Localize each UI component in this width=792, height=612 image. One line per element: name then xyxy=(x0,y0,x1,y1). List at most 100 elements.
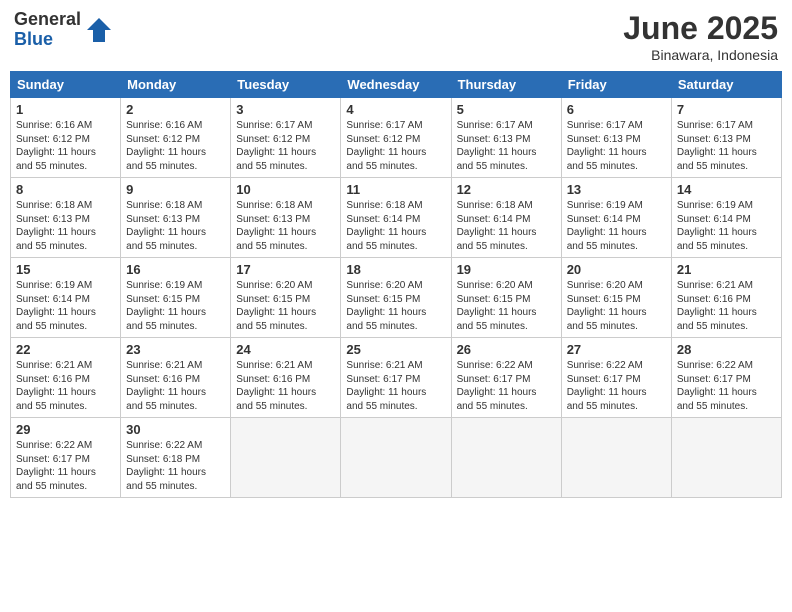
day-info: Sunrise: 6:19 AMSunset: 6:15 PMDaylight:… xyxy=(126,279,225,333)
calendar-cell: 11 Sunrise: 6:18 AMSunset: 6:14 PMDayligh… xyxy=(341,178,451,258)
day-info: Sunrise: 6:17 AMSunset: 6:12 PMDaylight:… xyxy=(346,119,445,173)
calendar-cell: 6 Sunrise: 6:17 AMSunset: 6:13 PMDaylight… xyxy=(561,98,671,178)
day-info: Sunrise: 6:18 AMSunset: 6:13 PMDaylight:… xyxy=(16,199,115,253)
calendar-week-3: 15Sunrise: 6:19 AMSunset: 6:14 PMDayligh… xyxy=(11,258,782,338)
day-number: 16 xyxy=(126,262,225,277)
calendar-cell: 20 Sunrise: 6:20 AMSunset: 6:15 PMDayligh… xyxy=(561,258,671,338)
day-info: Sunrise: 6:17 AMSunset: 6:12 PMDaylight:… xyxy=(236,119,335,173)
day-number: 29 xyxy=(16,422,115,437)
day-info: Sunrise: 6:19 AMSunset: 6:14 PMDaylight:… xyxy=(677,199,776,253)
header-sunday: Sunday xyxy=(11,72,121,98)
day-number: 10 xyxy=(236,182,335,197)
calendar-cell xyxy=(671,418,781,498)
day-number: 22 xyxy=(16,342,115,357)
header-friday: Friday xyxy=(561,72,671,98)
calendar-cell: 29 Sunrise: 6:22 AMSunset: 6:17 PMDayligh… xyxy=(11,418,121,498)
calendar-cell: 30 Sunrise: 6:22 AMSunset: 6:18 PMDayligh… xyxy=(121,418,231,498)
header-saturday: Saturday xyxy=(671,72,781,98)
day-info: Sunrise: 6:22 AMSunset: 6:17 PMDaylight:… xyxy=(457,359,556,413)
calendar-cell: 10Sunrise: 6:18 AMSunset: 6:13 PMDayligh… xyxy=(231,178,341,258)
day-number: 24 xyxy=(236,342,335,357)
day-info: Sunrise: 6:18 AMSunset: 6:13 PMDaylight:… xyxy=(126,199,225,253)
day-number: 8 xyxy=(16,182,115,197)
day-number: 2 xyxy=(126,102,225,117)
day-number: 6 xyxy=(567,102,666,117)
calendar-week-4: 22 Sunrise: 6:21 AMSunset: 6:16 PMDayligh… xyxy=(11,338,782,418)
day-number: 9 xyxy=(126,182,225,197)
day-info: Sunrise: 6:21 AMSunset: 6:17 PMDaylight:… xyxy=(346,359,445,413)
day-info: Sunrise: 6:21 AMSunset: 6:16 PMDaylight:… xyxy=(236,359,335,413)
calendar-cell xyxy=(561,418,671,498)
day-number: 26 xyxy=(457,342,556,357)
calendar-cell: 14 Sunrise: 6:19 AMSunset: 6:14 PMDayligh… xyxy=(671,178,781,258)
calendar-cell: 17 Sunrise: 6:20 AMSunset: 6:15 PMDayligh… xyxy=(231,258,341,338)
calendar-cell: 2Sunrise: 6:16 AMSunset: 6:12 PMDaylight… xyxy=(121,98,231,178)
day-info: Sunrise: 6:20 AMSunset: 6:15 PMDaylight:… xyxy=(236,279,335,333)
day-number: 19 xyxy=(457,262,556,277)
day-number: 13 xyxy=(567,182,666,197)
calendar-cell: 18 Sunrise: 6:20 AMSunset: 6:15 PMDayligh… xyxy=(341,258,451,338)
day-number: 17 xyxy=(236,262,335,277)
calendar-header-row: SundayMondayTuesdayWednesdayThursdayFrid… xyxy=(11,72,782,98)
calendar-week-5: 29 Sunrise: 6:22 AMSunset: 6:17 PMDayligh… xyxy=(11,418,782,498)
day-info: Sunrise: 6:21 AMSunset: 6:16 PMDaylight:… xyxy=(16,359,115,413)
calendar-cell: 22 Sunrise: 6:21 AMSunset: 6:16 PMDayligh… xyxy=(11,338,121,418)
calendar-cell: 13 Sunrise: 6:19 AMSunset: 6:14 PMDayligh… xyxy=(561,178,671,258)
page-header: General Blue June 2025 Binawara, Indones… xyxy=(10,10,782,63)
calendar-cell: 1 Sunrise: 6:16 AMSunset: 6:12 PMDaylight… xyxy=(11,98,121,178)
calendar-cell: 16 Sunrise: 6:19 AMSunset: 6:15 PMDayligh… xyxy=(121,258,231,338)
calendar-cell: 27Sunrise: 6:22 AMSunset: 6:17 PMDayligh… xyxy=(561,338,671,418)
calendar-week-1: 1 Sunrise: 6:16 AMSunset: 6:12 PMDaylight… xyxy=(11,98,782,178)
day-info: Sunrise: 6:16 AMSunset: 6:12 PMDaylight:… xyxy=(16,119,115,173)
day-info: Sunrise: 6:22 AMSunset: 6:17 PMDaylight:… xyxy=(567,359,666,413)
day-info: Sunrise: 6:19 AMSunset: 6:14 PMDaylight:… xyxy=(16,279,115,333)
day-number: 3 xyxy=(236,102,335,117)
title-block: June 2025 Binawara, Indonesia xyxy=(623,10,778,63)
day-info: Sunrise: 6:19 AMSunset: 6:14 PMDaylight:… xyxy=(567,199,666,253)
location: Binawara, Indonesia xyxy=(623,47,778,63)
day-info: Sunrise: 6:22 AMSunset: 6:17 PMDaylight:… xyxy=(677,359,776,413)
day-number: 5 xyxy=(457,102,556,117)
day-number: 12 xyxy=(457,182,556,197)
day-info: Sunrise: 6:20 AMSunset: 6:15 PMDaylight:… xyxy=(457,279,556,333)
calendar-cell: 19 Sunrise: 6:20 AMSunset: 6:15 PMDayligh… xyxy=(451,258,561,338)
calendar-cell: 5Sunrise: 6:17 AMSunset: 6:13 PMDaylight… xyxy=(451,98,561,178)
calendar-cell: 23 Sunrise: 6:21 AMSunset: 6:16 PMDayligh… xyxy=(121,338,231,418)
calendar-cell xyxy=(341,418,451,498)
day-number: 11 xyxy=(346,182,445,197)
day-number: 14 xyxy=(677,182,776,197)
day-info: Sunrise: 6:22 AMSunset: 6:17 PMDaylight:… xyxy=(16,439,115,493)
header-thursday: Thursday xyxy=(451,72,561,98)
day-number: 30 xyxy=(126,422,225,437)
calendar-cell: 3 Sunrise: 6:17 AMSunset: 6:12 PMDaylight… xyxy=(231,98,341,178)
month-title: June 2025 xyxy=(623,10,778,47)
calendar-cell: 24 Sunrise: 6:21 AMSunset: 6:16 PMDayligh… xyxy=(231,338,341,418)
calendar-cell xyxy=(451,418,561,498)
calendar-week-2: 8 Sunrise: 6:18 AMSunset: 6:13 PMDaylight… xyxy=(11,178,782,258)
day-info: Sunrise: 6:21 AMSunset: 6:16 PMDaylight:… xyxy=(126,359,225,413)
day-info: Sunrise: 6:18 AMSunset: 6:14 PMDaylight:… xyxy=(346,199,445,253)
calendar-cell: 9 Sunrise: 6:18 AMSunset: 6:13 PMDaylight… xyxy=(121,178,231,258)
calendar-cell: 7Sunrise: 6:17 AMSunset: 6:13 PMDaylight… xyxy=(671,98,781,178)
calendar-cell: 25Sunrise: 6:21 AMSunset: 6:17 PMDayligh… xyxy=(341,338,451,418)
header-tuesday: Tuesday xyxy=(231,72,341,98)
calendar: SundayMondayTuesdayWednesdayThursdayFrid… xyxy=(10,71,782,498)
day-number: 18 xyxy=(346,262,445,277)
logo: General Blue xyxy=(14,10,113,50)
day-number: 21 xyxy=(677,262,776,277)
logo-blue: Blue xyxy=(14,30,81,50)
day-info: Sunrise: 6:21 AMSunset: 6:16 PMDaylight:… xyxy=(677,279,776,333)
calendar-cell: 26 Sunrise: 6:22 AMSunset: 6:17 PMDayligh… xyxy=(451,338,561,418)
day-number: 23 xyxy=(126,342,225,357)
day-info: Sunrise: 6:20 AMSunset: 6:15 PMDaylight:… xyxy=(346,279,445,333)
day-number: 1 xyxy=(16,102,115,117)
calendar-cell: 4Sunrise: 6:17 AMSunset: 6:12 PMDaylight… xyxy=(341,98,451,178)
day-info: Sunrise: 6:17 AMSunset: 6:13 PMDaylight:… xyxy=(567,119,666,173)
calendar-cell: 21 Sunrise: 6:21 AMSunset: 6:16 PMDayligh… xyxy=(671,258,781,338)
day-number: 20 xyxy=(567,262,666,277)
logo-general: General xyxy=(14,10,81,30)
header-wednesday: Wednesday xyxy=(341,72,451,98)
calendar-cell: 8 Sunrise: 6:18 AMSunset: 6:13 PMDaylight… xyxy=(11,178,121,258)
day-info: Sunrise: 6:22 AMSunset: 6:18 PMDaylight:… xyxy=(126,439,225,493)
day-info: Sunrise: 6:20 AMSunset: 6:15 PMDaylight:… xyxy=(567,279,666,333)
